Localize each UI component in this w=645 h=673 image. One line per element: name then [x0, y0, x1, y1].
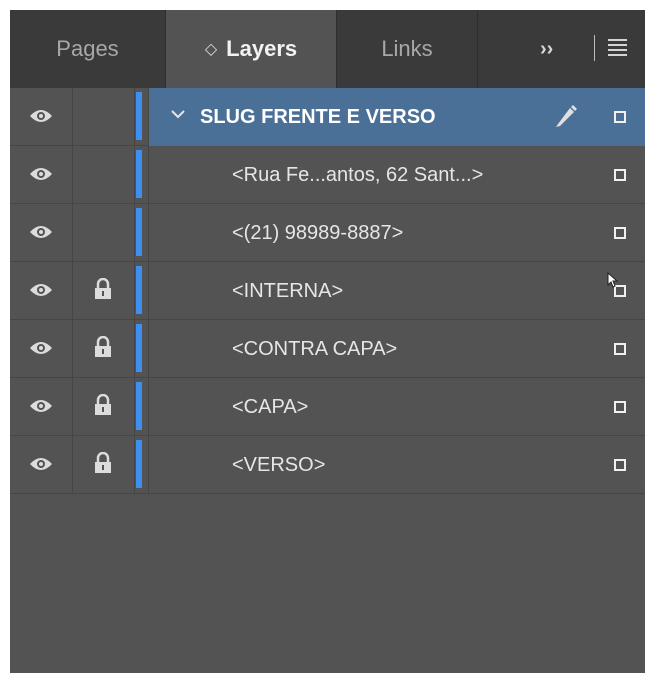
- layer-name: <(21) 98989-8887>: [232, 222, 404, 244]
- layer-color-swatch: [136, 208, 142, 256]
- layer-name-area[interactable]: [148, 262, 645, 320]
- layer-name: <Rua Fe...antos, 62 Sant...>: [232, 164, 484, 186]
- lock-icon[interactable]: [93, 336, 113, 358]
- layer-row[interactable]: <Rua Fe...antos, 62 Sant...>: [10, 146, 645, 204]
- eye-icon[interactable]: [29, 339, 53, 357]
- mouse-cursor-icon: [607, 272, 619, 288]
- lock-column[interactable]: [73, 204, 135, 262]
- tab-divider: [477, 10, 478, 88]
- selection-box[interactable]: [614, 401, 626, 413]
- layer-name: <CONTRA CAPA>: [232, 338, 398, 360]
- visibility-column[interactable]: [10, 262, 73, 320]
- layer-row[interactable]: SLUG FRENTE E VERSO: [10, 88, 645, 146]
- chevron-down-icon[interactable]: [170, 106, 186, 122]
- eye-icon[interactable]: [29, 281, 53, 299]
- layer-color-swatch: [136, 382, 142, 430]
- lock-icon[interactable]: [93, 394, 113, 416]
- eye-icon[interactable]: [29, 397, 53, 415]
- layer-row[interactable]: <VERSO>: [10, 436, 645, 494]
- tab-overflow-button[interactable]: ››: [540, 10, 553, 88]
- eye-icon[interactable]: [29, 107, 53, 125]
- eye-icon[interactable]: [29, 455, 53, 473]
- layer-name-area[interactable]: [148, 378, 645, 436]
- tab-pages[interactable]: Pages: [10, 10, 165, 88]
- panel-menu-icon[interactable]: [608, 39, 627, 56]
- lock-icon[interactable]: [93, 278, 113, 300]
- layer-name: SLUG FRENTE E VERSO: [200, 106, 436, 128]
- layer-color-swatch: [136, 266, 142, 314]
- visibility-column[interactable]: [10, 320, 73, 378]
- lock-column[interactable]: [73, 320, 135, 378]
- visibility-column[interactable]: [10, 436, 73, 494]
- pen-icon: [556, 105, 577, 127]
- layer-row[interactable]: <INTERNA>: [10, 262, 645, 320]
- layer-row[interactable]: <CONTRA CAPA>: [10, 320, 645, 378]
- layer-row[interactable]: <CAPA>: [10, 378, 645, 436]
- layers-panel: Pages ◇ Layers Links ›› SLUG FRENTE E VE…: [10, 10, 645, 673]
- toolbar-divider: [594, 35, 595, 61]
- layer-color-swatch: [136, 92, 142, 140]
- lock-column[interactable]: [73, 146, 135, 204]
- eye-icon[interactable]: [29, 223, 53, 241]
- selection-box[interactable]: [614, 459, 626, 471]
- tab-layers[interactable]: ◇ Layers: [166, 10, 336, 88]
- layers-list: SLUG FRENTE E VERSO <Rua Fe...antos, 62 …: [10, 88, 645, 494]
- tab-links[interactable]: Links: [337, 10, 477, 88]
- layer-name-area[interactable]: [148, 436, 645, 494]
- lock-column[interactable]: [73, 436, 135, 494]
- double-chevron-right-icon: ››: [540, 37, 554, 60]
- lock-column[interactable]: [73, 262, 135, 320]
- tab-layers-label: Layers: [226, 36, 298, 61]
- layer-color-swatch: [136, 150, 142, 198]
- tab-links-label: Links: [381, 36, 433, 61]
- selection-box[interactable]: [614, 343, 626, 355]
- visibility-column[interactable]: [10, 88, 73, 146]
- updown-arrows-icon: ◇: [204, 41, 218, 58]
- visibility-column[interactable]: [10, 146, 73, 204]
- layer-name: <CAPA>: [232, 396, 309, 418]
- selection-box[interactable]: [614, 227, 626, 239]
- layer-row[interactable]: <(21) 98989-8887>: [10, 204, 645, 262]
- layer-name: <VERSO>: [232, 454, 326, 476]
- visibility-column[interactable]: [10, 378, 73, 436]
- layer-color-swatch: [136, 440, 142, 488]
- selection-box[interactable]: [614, 169, 626, 181]
- layer-name: <INTERNA>: [232, 280, 344, 302]
- lock-icon[interactable]: [93, 452, 113, 474]
- visibility-column[interactable]: [10, 204, 73, 262]
- lock-column[interactable]: [73, 88, 135, 146]
- tab-pages-label: Pages: [56, 36, 119, 61]
- selection-box[interactable]: [614, 111, 626, 123]
- eye-icon[interactable]: [29, 165, 53, 183]
- lock-column[interactable]: [73, 378, 135, 436]
- panel-tab-bar: Pages ◇ Layers Links ››: [10, 10, 645, 88]
- layer-color-swatch: [136, 324, 142, 372]
